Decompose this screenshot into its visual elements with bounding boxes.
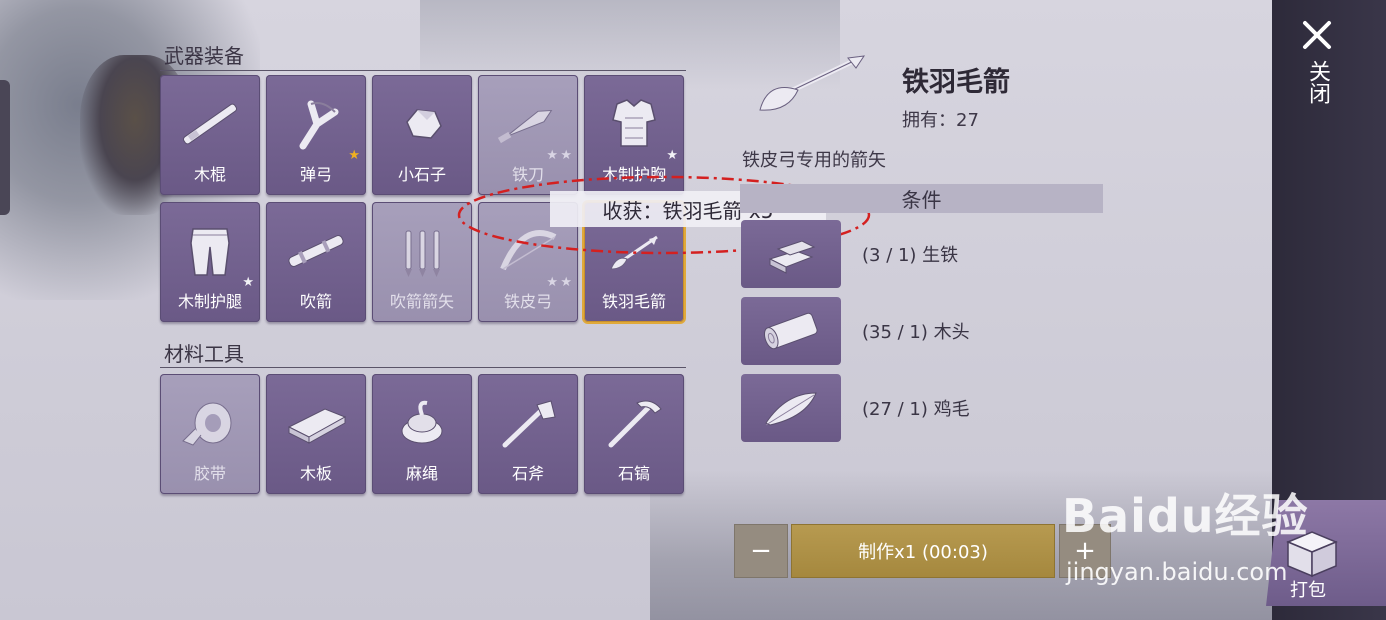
selected-item-icon <box>752 50 872 124</box>
item-slot-slingshot[interactable]: ★ 弹弓 <box>266 75 366 195</box>
item-label: 吹箭 <box>299 292 332 311</box>
item-label: 麻绳 <box>405 464 438 483</box>
decrease-quantity-button[interactable]: − <box>734 524 788 578</box>
item-slot-blowgun[interactable]: 吹箭 <box>266 202 366 322</box>
stone-axe-icon <box>478 388 578 458</box>
weapons-section-title: 武器装备 <box>164 44 244 68</box>
item-label: 吹箭箭矢 <box>389 292 454 311</box>
item-slot-wooden-stick[interactable]: 木棍 <box>160 75 260 195</box>
materials-section-title: 材料工具 <box>164 342 244 366</box>
pig-iron-icon <box>741 220 841 288</box>
wood-log-icon <box>741 297 841 365</box>
pebble-icon <box>372 89 472 159</box>
wood-plank-icon <box>266 388 366 458</box>
blowgun-icon <box>266 216 366 286</box>
hemp-rope-icon <box>372 388 472 458</box>
craft-button[interactable]: 制作x1 (00:03) <box>791 524 1055 578</box>
section-divider <box>160 70 686 71</box>
watermark-url: jingyan.baidu.com <box>1066 558 1288 586</box>
item-label: 木棍 <box>193 165 226 184</box>
item-label: 弹弓 <box>299 165 332 184</box>
item-label: 胶带 <box>193 464 226 483</box>
item-slot-tape[interactable]: 胶带 <box>160 374 260 494</box>
item-slot-wood-plank[interactable]: 木板 <box>266 374 366 494</box>
baidu-watermark: Baidu经验 <box>1062 489 1309 543</box>
wooden-stick-icon <box>160 89 260 159</box>
item-label: 铁皮弓 <box>503 292 552 311</box>
stone-pickaxe-icon <box>584 388 684 458</box>
item-label: 木制护腿 <box>177 292 242 311</box>
selected-item-title: 铁羽毛箭 <box>902 67 1010 98</box>
owned-count: 拥有：27 <box>902 110 979 131</box>
requirement-text: (35 / 1) 木头 <box>862 322 970 343</box>
section-divider <box>160 367 686 368</box>
conditions-header: 条件 <box>740 184 1103 213</box>
item-slot-stone-axe[interactable]: 石斧 <box>478 374 578 494</box>
pack-label: 打包 <box>1290 580 1326 601</box>
requirement-text: (27 / 1) 鸡毛 <box>862 399 970 420</box>
item-slot-hemp-rope[interactable]: 麻绳 <box>372 374 472 494</box>
close-button[interactable]: 关闭 <box>1290 18 1344 128</box>
item-slot-stone-pickaxe[interactable]: 石镐 <box>584 374 684 494</box>
close-icon <box>1303 21 1331 49</box>
chicken-feather-icon <box>741 374 841 442</box>
item-label: 木板 <box>299 464 332 483</box>
close-label: 关闭 <box>1305 60 1330 104</box>
tape-icon <box>160 388 260 458</box>
side-drawer-handle[interactable] <box>0 80 10 215</box>
requirement-text: (3 / 1) 生铁 <box>862 245 959 266</box>
item-description: 铁皮弓专用的箭矢 <box>742 150 886 171</box>
item-label: 石斧 <box>511 464 544 483</box>
item-label: 铁羽毛箭 <box>601 292 666 311</box>
item-slot-leg-armor[interactable]: ★ 木制护腿 <box>160 202 260 322</box>
item-label: 石镐 <box>617 464 650 483</box>
